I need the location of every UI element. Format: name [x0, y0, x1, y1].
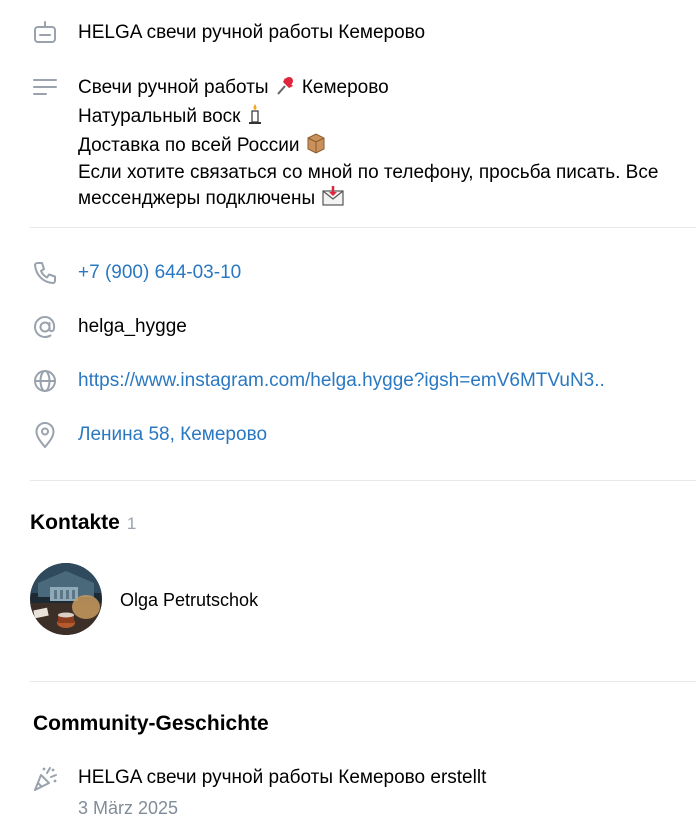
community-name: HELGA свечи ручной работы Кемерово — [78, 22, 426, 43]
address-link[interactable]: Ленина 58, Кемерово — [78, 423, 267, 447]
about-text: Свечи ручной работы Кемерово Натуральный… — [78, 74, 658, 214]
about-line-2: Натуральный воск — [78, 103, 658, 132]
history-event-text: HELGA свечи ручной работы Кемерово erste… — [78, 767, 487, 788]
pushpin-emoji — [275, 74, 297, 103]
website-row[interactable]: https://www.instagram.com/helga.hygge?ig… — [0, 366, 696, 396]
package-emoji — [305, 132, 327, 161]
avatar[interactable] — [30, 563, 102, 635]
globe-icon — [30, 366, 60, 396]
address-row[interactable]: Ленина 58, Кемерово — [0, 420, 696, 450]
at-sign-icon — [30, 312, 60, 342]
about-line-4: Если хотите связаться со мной по телефон… — [78, 162, 659, 183]
phone-link[interactable]: +7 (900) 644-03-10 — [78, 261, 241, 285]
website-link[interactable]: https://www.instagram.com/helga.hygge?ig… — [78, 369, 605, 393]
phone-icon — [30, 258, 60, 288]
community-name-row: HELGA свечи ручной работы Кемерово — [0, 18, 696, 48]
history-title: Community-Geschichte — [33, 712, 269, 735]
location-pin-icon — [30, 420, 60, 450]
about-line-5: мессенджеры подключены — [78, 185, 658, 214]
username-row[interactable]: helga_hygge — [0, 312, 696, 342]
kontakte-title-text: Kontakte — [30, 511, 120, 534]
kontakte-title: Kontakte 1 — [30, 510, 136, 537]
divider — [30, 227, 696, 228]
contact-name[interactable]: Olga Petrutschok — [120, 589, 258, 611]
divider — [30, 681, 696, 682]
envelope-with-arrow-emoji — [321, 185, 345, 214]
username[interactable]: helga_hygge — [78, 315, 187, 339]
text-lines-icon — [30, 72, 60, 102]
divider — [30, 480, 696, 481]
candle-emoji — [247, 103, 263, 132]
about-row: Свечи ручной работы Кемерово Натуральный… — [0, 72, 696, 209]
phone-row[interactable]: +7 (900) 644-03-10 — [0, 258, 696, 288]
about-line-1: Свечи ручной работы Кемерово — [78, 74, 658, 103]
about-line-3: Доставка по всей России — [78, 132, 658, 161]
party-popper-icon — [30, 764, 60, 794]
id-card-icon — [30, 18, 60, 48]
history-date: 3 März 2025 — [78, 798, 179, 818]
kontakte-count: 1 — [126, 514, 137, 533]
